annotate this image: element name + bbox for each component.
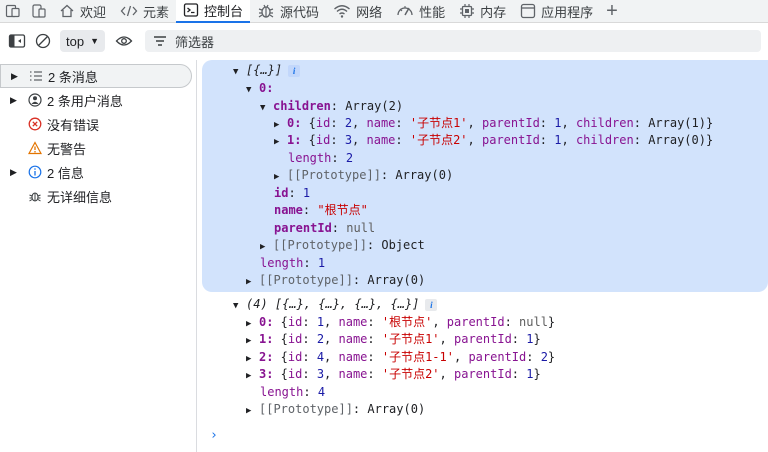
user-icon xyxy=(26,93,44,107)
performance-icon xyxy=(396,3,414,19)
inspect-device-icon[interactable] xyxy=(26,0,52,22)
collapse-arrow-icon: ▼ xyxy=(233,301,239,311)
tab-sources[interactable]: 源代码 xyxy=(250,0,326,23)
error-icon xyxy=(26,117,44,131)
array-length: length: 4 xyxy=(260,385,326,399)
home-icon xyxy=(59,3,75,19)
sidebar-item-label: 2 条用户消息 xyxy=(47,93,123,109)
wifi-icon xyxy=(333,3,351,19)
chevron-down-icon: ▼ xyxy=(90,36,99,46)
array-prototype[interactable]: ▶ [[Prototype]]: Array(0) xyxy=(246,401,425,418)
context-selector[interactable]: top ▼ xyxy=(60,30,105,52)
sidebar-item-verbose[interactable]: 无详细信息 xyxy=(0,184,196,208)
sidebar-item-label: 2 信息 xyxy=(47,165,84,181)
warning-icon xyxy=(26,141,44,155)
collapse-arrow-icon: ▼ xyxy=(246,85,252,95)
sidebar-item-label: 无警告 xyxy=(47,141,87,157)
tree-node-inner-length: length: 2 xyxy=(288,151,354,165)
array-item-1[interactable]: ▶ 1: {id: 2, name: '子节点1', parentId: 1} xyxy=(246,331,541,348)
expand-arrow-icon: ▶ xyxy=(246,336,252,346)
info-icon xyxy=(26,165,44,179)
tab-label: 性能 xyxy=(419,4,446,20)
code-icon xyxy=(120,3,138,19)
console-output: ▼ [{…}] i ▼ 0: ▼ children: Array(2) ▶ 0: {id:… xyxy=(198,60,768,452)
tree-node-children[interactable]: ▼ children: Array(2) xyxy=(260,98,403,115)
tree-node-parentid: parentId: null xyxy=(274,221,376,235)
sidebar-item-info[interactable]: ▶ 2 信息 xyxy=(0,160,196,184)
tab-network[interactable]: 网络 xyxy=(326,0,389,23)
console-toolbar: top ▼ 筛选器 xyxy=(0,29,768,53)
verbose-icon xyxy=(26,189,44,203)
list-icon xyxy=(27,70,45,82)
tab-application[interactable]: 应用程序 xyxy=(513,0,600,23)
expand-arrow-icon[interactable]: ▶ xyxy=(11,71,23,82)
tree-node-outer-prototype[interactable]: ▶ [[Prototype]]: Array(0) xyxy=(246,272,425,289)
sidebar-item-user-messages[interactable]: ▶ 2 条用户消息 xyxy=(0,88,196,112)
sidebar-item-label: 无详细信息 xyxy=(47,189,113,205)
console-prompt-icon[interactable]: › xyxy=(210,428,218,443)
live-expression-icon[interactable] xyxy=(111,30,137,52)
array-item-2[interactable]: ▶ 2: {id: 4, name: '子节点1-1', parentId: 2} xyxy=(246,349,555,366)
tree-node-0[interactable]: ▼ 0: xyxy=(246,80,273,97)
expand-arrow-icon: ▶ xyxy=(260,242,266,252)
expand-arrow-icon: ▶ xyxy=(246,371,252,381)
console-sidebar: ▶ 2 条消息 ▶ 2 条用户消息 没有错误 无警告 ▶ 2 信息 无详细信息 xyxy=(0,60,197,452)
tree-node-id: id: 1 xyxy=(274,186,311,200)
tab-label: 应用程序 xyxy=(541,4,594,20)
filter-placeholder: 筛选器 xyxy=(175,34,215,50)
expand-arrow-icon: ▶ xyxy=(274,137,280,147)
console-icon xyxy=(183,2,199,18)
device-toolbar-icon[interactable] xyxy=(0,0,26,22)
tab-memory[interactable]: 内存 xyxy=(452,0,513,23)
clear-console-icon[interactable] xyxy=(30,30,56,52)
log-entry-1[interactable]: ▼ [{…}] i xyxy=(233,62,301,79)
array-item-3[interactable]: ▶ 3: {id: 3, name: '子节点2', parentId: 1} xyxy=(246,366,541,383)
sidebar-item-warnings[interactable]: 无警告 xyxy=(0,136,196,160)
tab-label: 控制台 xyxy=(204,3,244,19)
memory-icon xyxy=(459,3,475,19)
expand-arrow-icon: ▶ xyxy=(246,406,252,416)
expand-arrow-icon[interactable]: ▶ xyxy=(10,95,22,106)
tab-label: 元素 xyxy=(143,4,170,20)
tab-label: 网络 xyxy=(356,4,383,20)
log-entry-2[interactable]: ▼ (4) [{…}, {…}, {…}, {…}] i xyxy=(233,296,438,313)
tab-console[interactable]: 控制台 xyxy=(176,0,251,23)
info-icon[interactable]: i xyxy=(288,64,301,77)
sidebar-item-label: 没有错误 xyxy=(47,117,100,133)
tree-node-outer-length: length: 1 xyxy=(260,256,326,270)
sidebar-item-messages[interactable]: ▶ 2 条消息 xyxy=(0,64,192,88)
expand-arrow-icon: ▶ xyxy=(246,277,252,287)
sidebar-item-label: 2 条消息 xyxy=(48,69,98,85)
sidebar-item-errors[interactable]: 没有错误 xyxy=(0,112,196,136)
tree-node-object-prototype[interactable]: ▶ [[Prototype]]: Object xyxy=(260,237,425,254)
filter-icon xyxy=(153,35,167,47)
collapse-arrow-icon: ▼ xyxy=(260,103,266,113)
devtools-tab-bar: 欢迎 元素 控制台 源代码 网络 性能 内存 应用程序 + xyxy=(0,0,768,23)
collapse-arrow-icon: ▼ xyxy=(233,67,239,77)
tree-node-child-1[interactable]: ▶ 1: {id: 3, name: '子节点2', parentId: 1, c… xyxy=(274,132,713,149)
sidebar-toggle-icon[interactable] xyxy=(4,30,30,52)
tab-label: 源代码 xyxy=(280,4,320,20)
expand-arrow-icon: ▶ xyxy=(274,172,280,182)
tree-node-inner-prototype[interactable]: ▶ [[Prototype]]: Array(0) xyxy=(274,167,453,184)
tree-node-child-0[interactable]: ▶ 0: {id: 2, name: '子节点1', parentId: 1, c… xyxy=(274,115,713,132)
expand-arrow-icon[interactable]: ▶ xyxy=(10,167,22,178)
tab-welcome[interactable]: 欢迎 xyxy=(52,0,113,23)
tab-label: 内存 xyxy=(480,4,507,20)
tab-performance[interactable]: 性能 xyxy=(389,0,452,23)
info-icon[interactable]: i xyxy=(425,298,438,311)
filter-input[interactable]: 筛选器 xyxy=(145,30,761,52)
tree-node-name: name: "根节点" xyxy=(274,203,368,217)
bug-icon xyxy=(257,3,275,19)
tab-label: 欢迎 xyxy=(80,4,107,20)
context-value: top xyxy=(66,33,85,49)
application-icon xyxy=(520,3,536,19)
array-item-0[interactable]: ▶ 0: {id: 1, name: '根节点', parentId: null} xyxy=(246,314,555,331)
tab-elements[interactable]: 元素 xyxy=(113,0,176,23)
add-tab-icon[interactable]: + xyxy=(606,1,618,21)
